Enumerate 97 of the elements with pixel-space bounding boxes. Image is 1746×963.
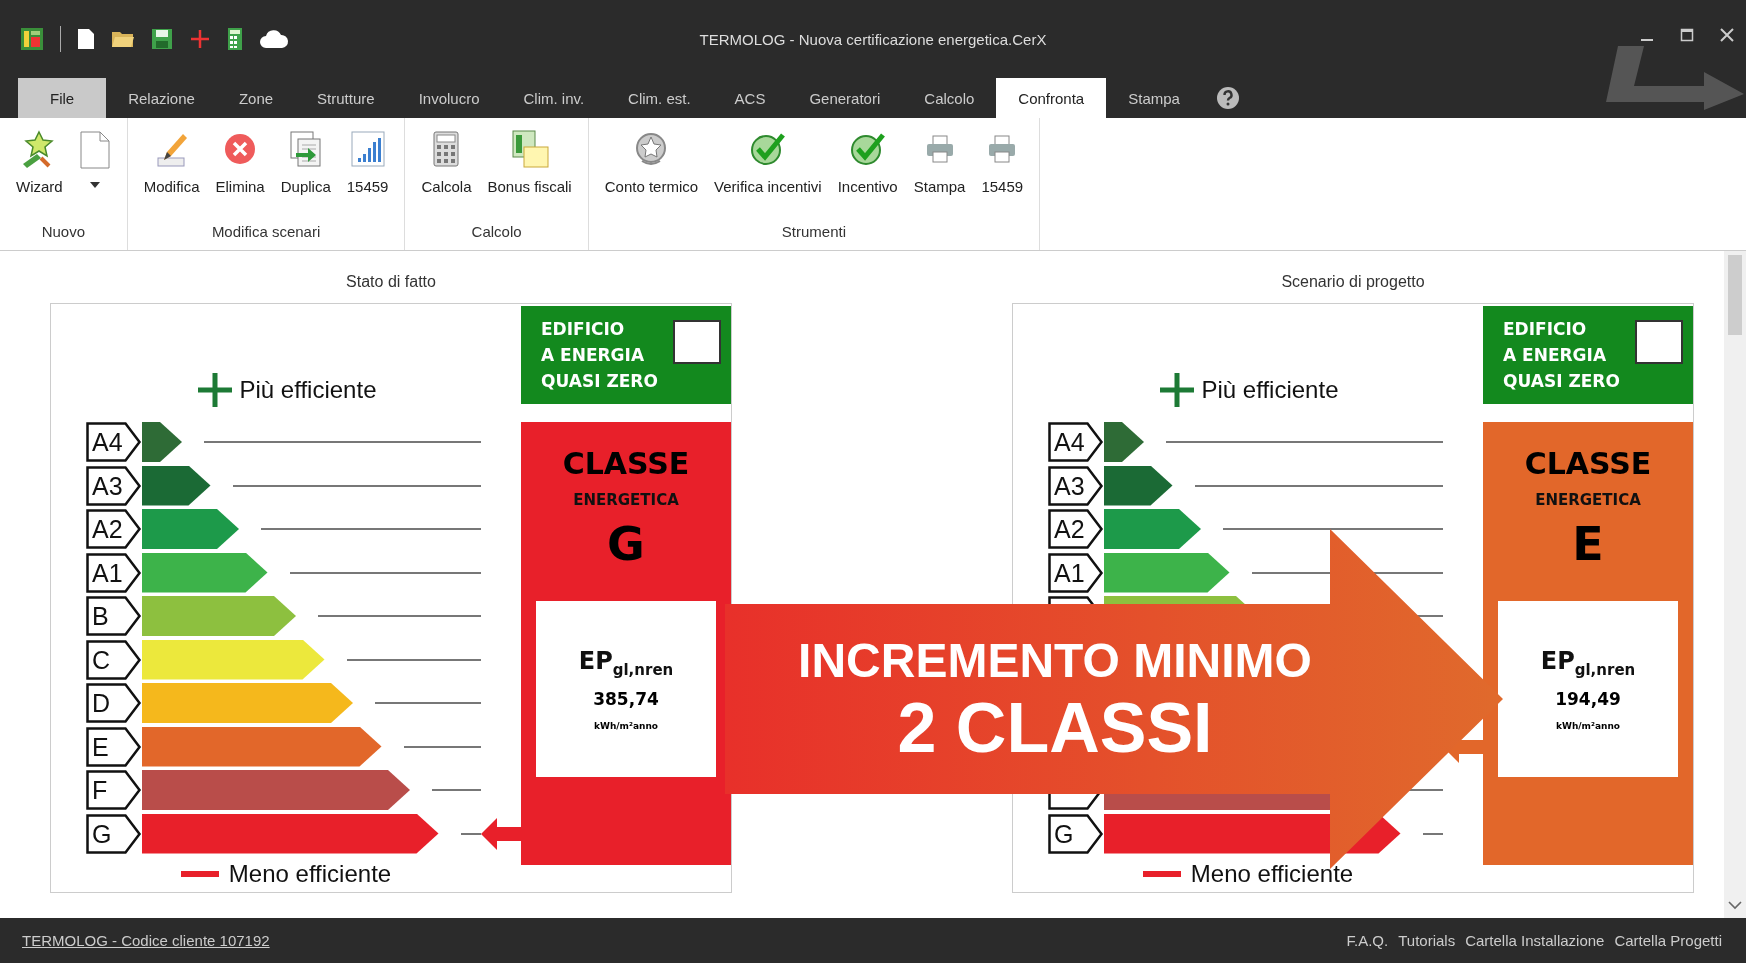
document-icon: [509, 129, 550, 169]
ep-indicator: EP$_{gl,nren}$: [578, 647, 674, 679]
panel-caption: Stato di fatto: [345, 273, 437, 292]
ribbon-tab[interactable]: Confronta: [996, 78, 1107, 118]
panel-caption: Scenario di progetto: [1280, 273, 1426, 292]
group-label: Nuovo: [40, 223, 86, 242]
status-link[interactable]: Cartella Installazione: [1465, 932, 1605, 949]
check-icon: [848, 131, 887, 167]
class-subheading: ENERGETICA: [1535, 491, 1641, 509]
scale-top-label: Più efficiente: [239, 376, 377, 404]
check-icon: [748, 131, 787, 167]
ribbon-tab[interactable]: Strutture: [295, 78, 397, 118]
class-label: A4: [86, 422, 142, 462]
class-label: F: [86, 770, 142, 810]
maximize-icon[interactable]: [1680, 28, 1694, 42]
new-document-icon[interactable]: [77, 28, 95, 50]
ribbon-button[interactable]: Modifica: [137, 126, 206, 197]
ribbon-tab[interactable]: Relazione: [106, 78, 217, 118]
energy-class-letter: G: [607, 517, 645, 571]
ribbon-button[interactable]: Conto termico: [598, 126, 705, 197]
document-icon: [78, 130, 111, 170]
banner-title: INCREMENTO MINIMO: [798, 632, 1312, 688]
folder-icon[interactable]: [111, 29, 135, 49]
plus-icon: [1157, 371, 1196, 409]
ribbon-button[interactable]: 15459: [340, 126, 395, 197]
ribbon-button[interactable]: Bonus fiscali: [481, 126, 578, 197]
ep-value: 385,74: [593, 688, 659, 709]
energy-class-letter: E: [1572, 517, 1604, 571]
ribbon-tab[interactable]: ACS: [712, 78, 788, 118]
minus-icon: [180, 869, 219, 878]
nzeb-label: EDIFICIO A ENERGIA QUASI ZERO: [1503, 318, 1620, 393]
class-label: C: [86, 639, 142, 680]
caret-icon: [89, 182, 100, 188]
scroll-down-icon[interactable]: [1728, 900, 1742, 910]
ribbon-button[interactable]: Duplica: [274, 126, 337, 197]
ep-unit: kWh/m²anno: [594, 720, 658, 731]
status-link[interactable]: F.A.Q.: [1346, 932, 1389, 949]
cloud-icon[interactable]: [259, 29, 289, 49]
ribbon-button[interactable]: Verifica incentivi: [708, 126, 828, 197]
ribbon-button[interactable]: Elimina: [209, 126, 271, 197]
status-link[interactable]: Tutorials: [1398, 932, 1456, 949]
ribbon-button[interactable]: Calcola: [415, 126, 478, 197]
group-label: Calcolo: [470, 223, 523, 242]
ribbon-tab[interactable]: File: [18, 78, 107, 118]
nzeb-label: EDIFICIO A ENERGIA QUASI ZERO: [541, 318, 658, 393]
class-label: A3: [86, 465, 142, 506]
plus-icon: [195, 371, 234, 409]
window-title: TERMOLOG - Nuova certificazione energetica.CerX: [698, 30, 1048, 48]
class-label: B: [86, 596, 142, 636]
class-label: G: [86, 813, 142, 854]
save-icon[interactable]: [151, 28, 173, 50]
calculator-icon: [432, 130, 461, 168]
class-label: E: [86, 726, 142, 767]
group-label: Strumenti: [780, 223, 847, 242]
scrollbar-thumb[interactable]: [1728, 255, 1742, 335]
class-heading: CLASSE: [562, 446, 690, 481]
emblem-icon: [634, 131, 669, 167]
ribbon-button[interactable]: Wizard: [10, 126, 69, 197]
ribbon-tab[interactable]: Clim. inv.: [501, 78, 607, 118]
customer-code-link[interactable]: TERMOLOG - Codice cliente 107192: [22, 932, 270, 949]
ep-value: 194,49: [1555, 688, 1621, 709]
banner-subtitle: 2 CLASSI: [897, 687, 1213, 768]
plus-icon[interactable]: [189, 28, 211, 50]
class-label: A4: [1048, 422, 1104, 462]
ribbon-button[interactable]: Stampa: [907, 126, 972, 197]
class-heading: CLASSE: [1524, 446, 1652, 481]
ribbon-tab[interactable]: Clim. est.: [606, 78, 713, 118]
class-label: A3: [1048, 465, 1104, 506]
ep-indicator: EP$_{gl,nren}$: [1540, 647, 1636, 679]
bar-chart-icon: [349, 130, 386, 168]
ribbon-tab[interactable]: Generatori: [787, 78, 903, 118]
group-label: Modifica scenari: [210, 223, 322, 242]
ribbon-tab[interactable]: Stampa: [1106, 78, 1202, 118]
status-link[interactable]: Cartella Progetti: [1614, 932, 1722, 949]
class-label: A2: [1048, 509, 1104, 549]
scale-bottom-label: Meno efficiente: [1190, 859, 1354, 888]
duplicate-icon: [287, 130, 324, 168]
class-label: A1: [1048, 552, 1104, 593]
scrollbar[interactable]: [1724, 251, 1746, 918]
minus-icon: [1142, 869, 1181, 878]
ribbon-tab[interactable]: Zone: [216, 78, 296, 118]
close-icon[interactable]: [1720, 28, 1734, 42]
class-label: D: [86, 683, 142, 723]
ribbon-button[interactable]: Incentivo: [831, 126, 904, 197]
ep-unit: kWh/m²anno: [1556, 720, 1620, 731]
scale-bottom-label: Meno efficiente: [228, 859, 392, 888]
class-label: A1: [86, 552, 142, 593]
ribbon-tab[interactable]: Calcolo: [902, 78, 997, 118]
class-label: A2: [86, 509, 142, 549]
calculator-icon[interactable]: [227, 27, 243, 51]
help-icon[interactable]: [1215, 86, 1240, 110]
ribbon-button[interactable]: 15459: [975, 126, 1030, 197]
app-logo-icon[interactable]: [20, 27, 44, 51]
ribbon-tab[interactable]: Involucro: [396, 78, 502, 118]
class-subheading: ENERGETICA: [573, 491, 679, 509]
scale-top-label: Più efficiente: [1201, 376, 1339, 404]
class-label: G: [1048, 813, 1104, 854]
